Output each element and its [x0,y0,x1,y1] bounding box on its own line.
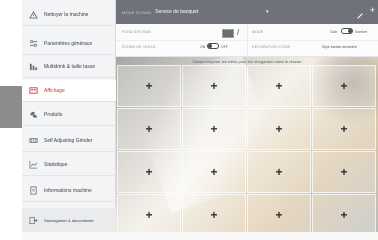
grid-hint: Glisser-déposer les tuiles pour les réor… [192,59,302,64]
sidebar-item-multidrink[interactable]: Multidrink & taille tasse [22,56,116,78]
display-settings: FOND D'ÉCRAN / MODE Clair Sombre ÉCRAN D… [116,24,378,57]
main-panel: MODE ÉCRAN Service de banquet ▾ + FOND D… [116,0,378,232]
add-tile-button[interactable]: + [247,151,311,193]
save-logout-button[interactable]: Sauvegarder & déconnecter [22,208,116,232]
plus-icon: + [210,122,218,136]
screen-mode-bar[interactable]: MODE ÉCRAN Service de banquet ▾ + [116,0,378,24]
add-tile-button[interactable]: + [182,151,246,193]
add-tile-button[interactable]: + [312,65,376,107]
screensaver-off: OFF [221,45,228,49]
plus-icon: + [275,165,283,179]
plus-icon: + [340,79,348,93]
pencil-icon[interactable] [356,7,364,19]
cleaning-icon [22,10,44,19]
plus-icon: + [275,208,283,222]
save-logout-label: Sauvegarder & déconnecter [44,217,94,223]
bottom-bezel [22,232,378,240]
add-tile-button[interactable]: + [247,65,311,107]
plus-icon: + [340,122,348,136]
tile-grid: Glisser-déposer les tuiles pour les réor… [116,57,378,232]
settings-sliders-icon [22,39,44,48]
theme-mode-label: MODE [252,30,264,34]
screen-mode-label: MODE ÉCRAN [122,9,152,15]
sidebar-item-general-settings[interactable]: Paramètres généraux [22,33,116,55]
cup-size-icon [22,62,44,71]
screensaver-label: ÉCRAN DE VEILLE [122,45,156,49]
add-tile-button[interactable]: + [312,151,376,193]
plus-icon: + [340,165,348,179]
sidebar-item-grinder[interactable]: Self Adjusting Grinder [22,130,116,152]
plus-icon: + [145,122,153,136]
background-image-thumbnail[interactable] [222,29,234,38]
sidebar-item-statistics[interactable]: Statistique [22,154,116,176]
plus-icon: + [340,208,348,222]
sidebar-item-label: Self Adjusting Grinder [44,137,93,144]
sidebar: Nettoyer la machine Paramètres généraux … [22,0,116,232]
plus-icon: + [145,165,153,179]
sidebar-item-label: Produits [44,111,63,118]
sidebar-item-display[interactable]: Affichage [22,80,116,102]
settings-divider [116,40,378,41]
add-tile-button[interactable]: + [117,108,181,150]
add-tile-button[interactable]: + [312,194,376,232]
add-tile-button[interactable]: + [117,65,181,107]
add-tile-button[interactable]: + [182,194,246,232]
sidebar-item-machine-info[interactable]: Informations machine [22,180,116,202]
chevron-down-icon[interactable]: ▾ [266,9,269,15]
theme-mode-toggle[interactable] [341,28,353,34]
sidebar-item-label: Nettoyer la machine [44,11,89,18]
sidebar-item-products[interactable]: Produits [22,104,116,126]
add-tile-button[interactable]: + [182,65,246,107]
sidebar-item-label: Paramètres généraux [44,40,93,47]
theme-mode-dark: Sombre [355,30,368,34]
add-tile-button[interactable]: + [182,108,246,150]
add-icon[interactable]: + [370,5,375,15]
plus-icon: + [210,208,218,222]
screen-mode-value: Service de banquet [155,9,199,15]
logout-icon [22,216,44,225]
side-gray-tab [0,86,22,128]
info-icon [22,186,44,195]
plus-icon: + [210,165,218,179]
plus-icon: + [145,208,153,222]
add-tile-button[interactable]: + [247,108,311,150]
icon-design-label: DÉCORATION ICÔNE [252,45,291,49]
add-tile-button[interactable]: + [312,108,376,150]
add-tile-button[interactable]: + [247,194,311,232]
plus-icon: + [145,79,153,93]
background-image-label: FOND D'ÉCRAN [122,30,151,34]
plus-icon: + [275,79,283,93]
pencil-icon[interactable]: / [237,28,239,37]
icon-design-value[interactable]: Style barista désactivé [322,45,357,49]
display-icon [22,86,44,95]
add-tile-button[interactable]: + [117,194,181,232]
add-tile-button[interactable]: + [117,151,181,193]
app-window: Nettoyer la machine Paramètres généraux … [22,0,378,240]
coffee-beans-icon [22,110,44,119]
screensaver-on: ON [200,45,206,49]
sidebar-item-label: Informations machine [44,187,92,194]
screensaver-toggle[interactable] [207,43,219,49]
plus-icon: + [210,79,218,93]
sidebar-item-label: Statistique [44,161,68,168]
sidebar-item-label: Affichage [44,87,65,94]
plus-icon: + [275,122,283,136]
sidebar-item-clean-machine[interactable]: Nettoyer la machine [22,4,116,26]
theme-mode-light: Clair [330,30,338,34]
chart-icon [22,160,44,169]
sidebar-item-label: Multidrink & taille tasse [44,63,96,70]
grinder-icon [22,136,44,145]
